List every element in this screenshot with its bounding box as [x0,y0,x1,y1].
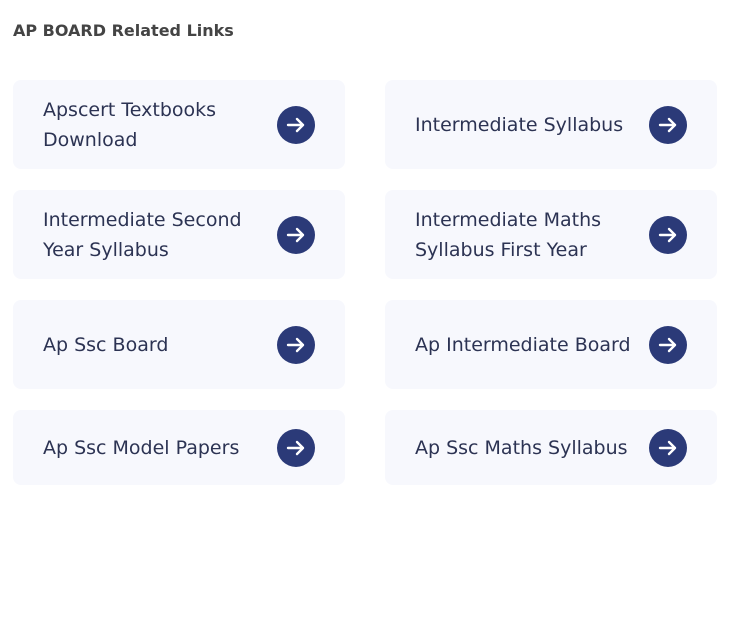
link-card-intermediate-second-year-syllabus[interactable]: Intermediate Second Year Syllabus [13,190,345,279]
link-card-label: Ap Ssc Board [43,333,169,356]
link-card-label: Ap Ssc Maths Syllabus [415,436,628,459]
link-card-label: Ap Intermediate Board [415,333,631,356]
arrow-right-icon[interactable] [277,325,315,364]
link-card-ap-ssc-maths-syllabus[interactable]: Ap Ssc Maths Syllabus [385,410,717,485]
arrow-right-icon[interactable] [649,325,687,364]
section-title: AP BOARD Related Links [13,21,234,40]
link-card-label: Ap Ssc Model Papers [43,436,240,459]
link-card-label: Intermediate Second Year Syllabus [43,208,242,261]
arrow-right-icon[interactable] [277,215,315,254]
link-card-label: Intermediate Maths Syllabus First Year [415,208,602,261]
link-card-intermediate-syllabus[interactable]: Intermediate Syllabus [385,80,717,169]
arrow-right-icon[interactable] [277,105,315,144]
link-card-ap-ssc-model-papers[interactable]: Ap Ssc Model Papers [13,410,345,485]
arrow-right-icon[interactable] [649,105,687,144]
link-card-label: Apscert Textbooks Download [43,98,217,151]
link-card-ap-intermediate-board[interactable]: Ap Intermediate Board [385,300,717,389]
link-card-intermediate-maths-syllabus-first-year[interactable]: Intermediate Maths Syllabus First Year [385,190,717,279]
arrow-right-icon[interactable] [277,428,315,467]
arrow-right-icon[interactable] [649,428,687,467]
arrow-right-icon[interactable] [649,215,687,254]
link-card-apscert-textbooks-download[interactable]: Apscert Textbooks Download [13,80,345,169]
link-card-ap-ssc-board[interactable]: Ap Ssc Board [13,300,345,389]
link-card-label: Intermediate Syllabus [415,113,624,136]
